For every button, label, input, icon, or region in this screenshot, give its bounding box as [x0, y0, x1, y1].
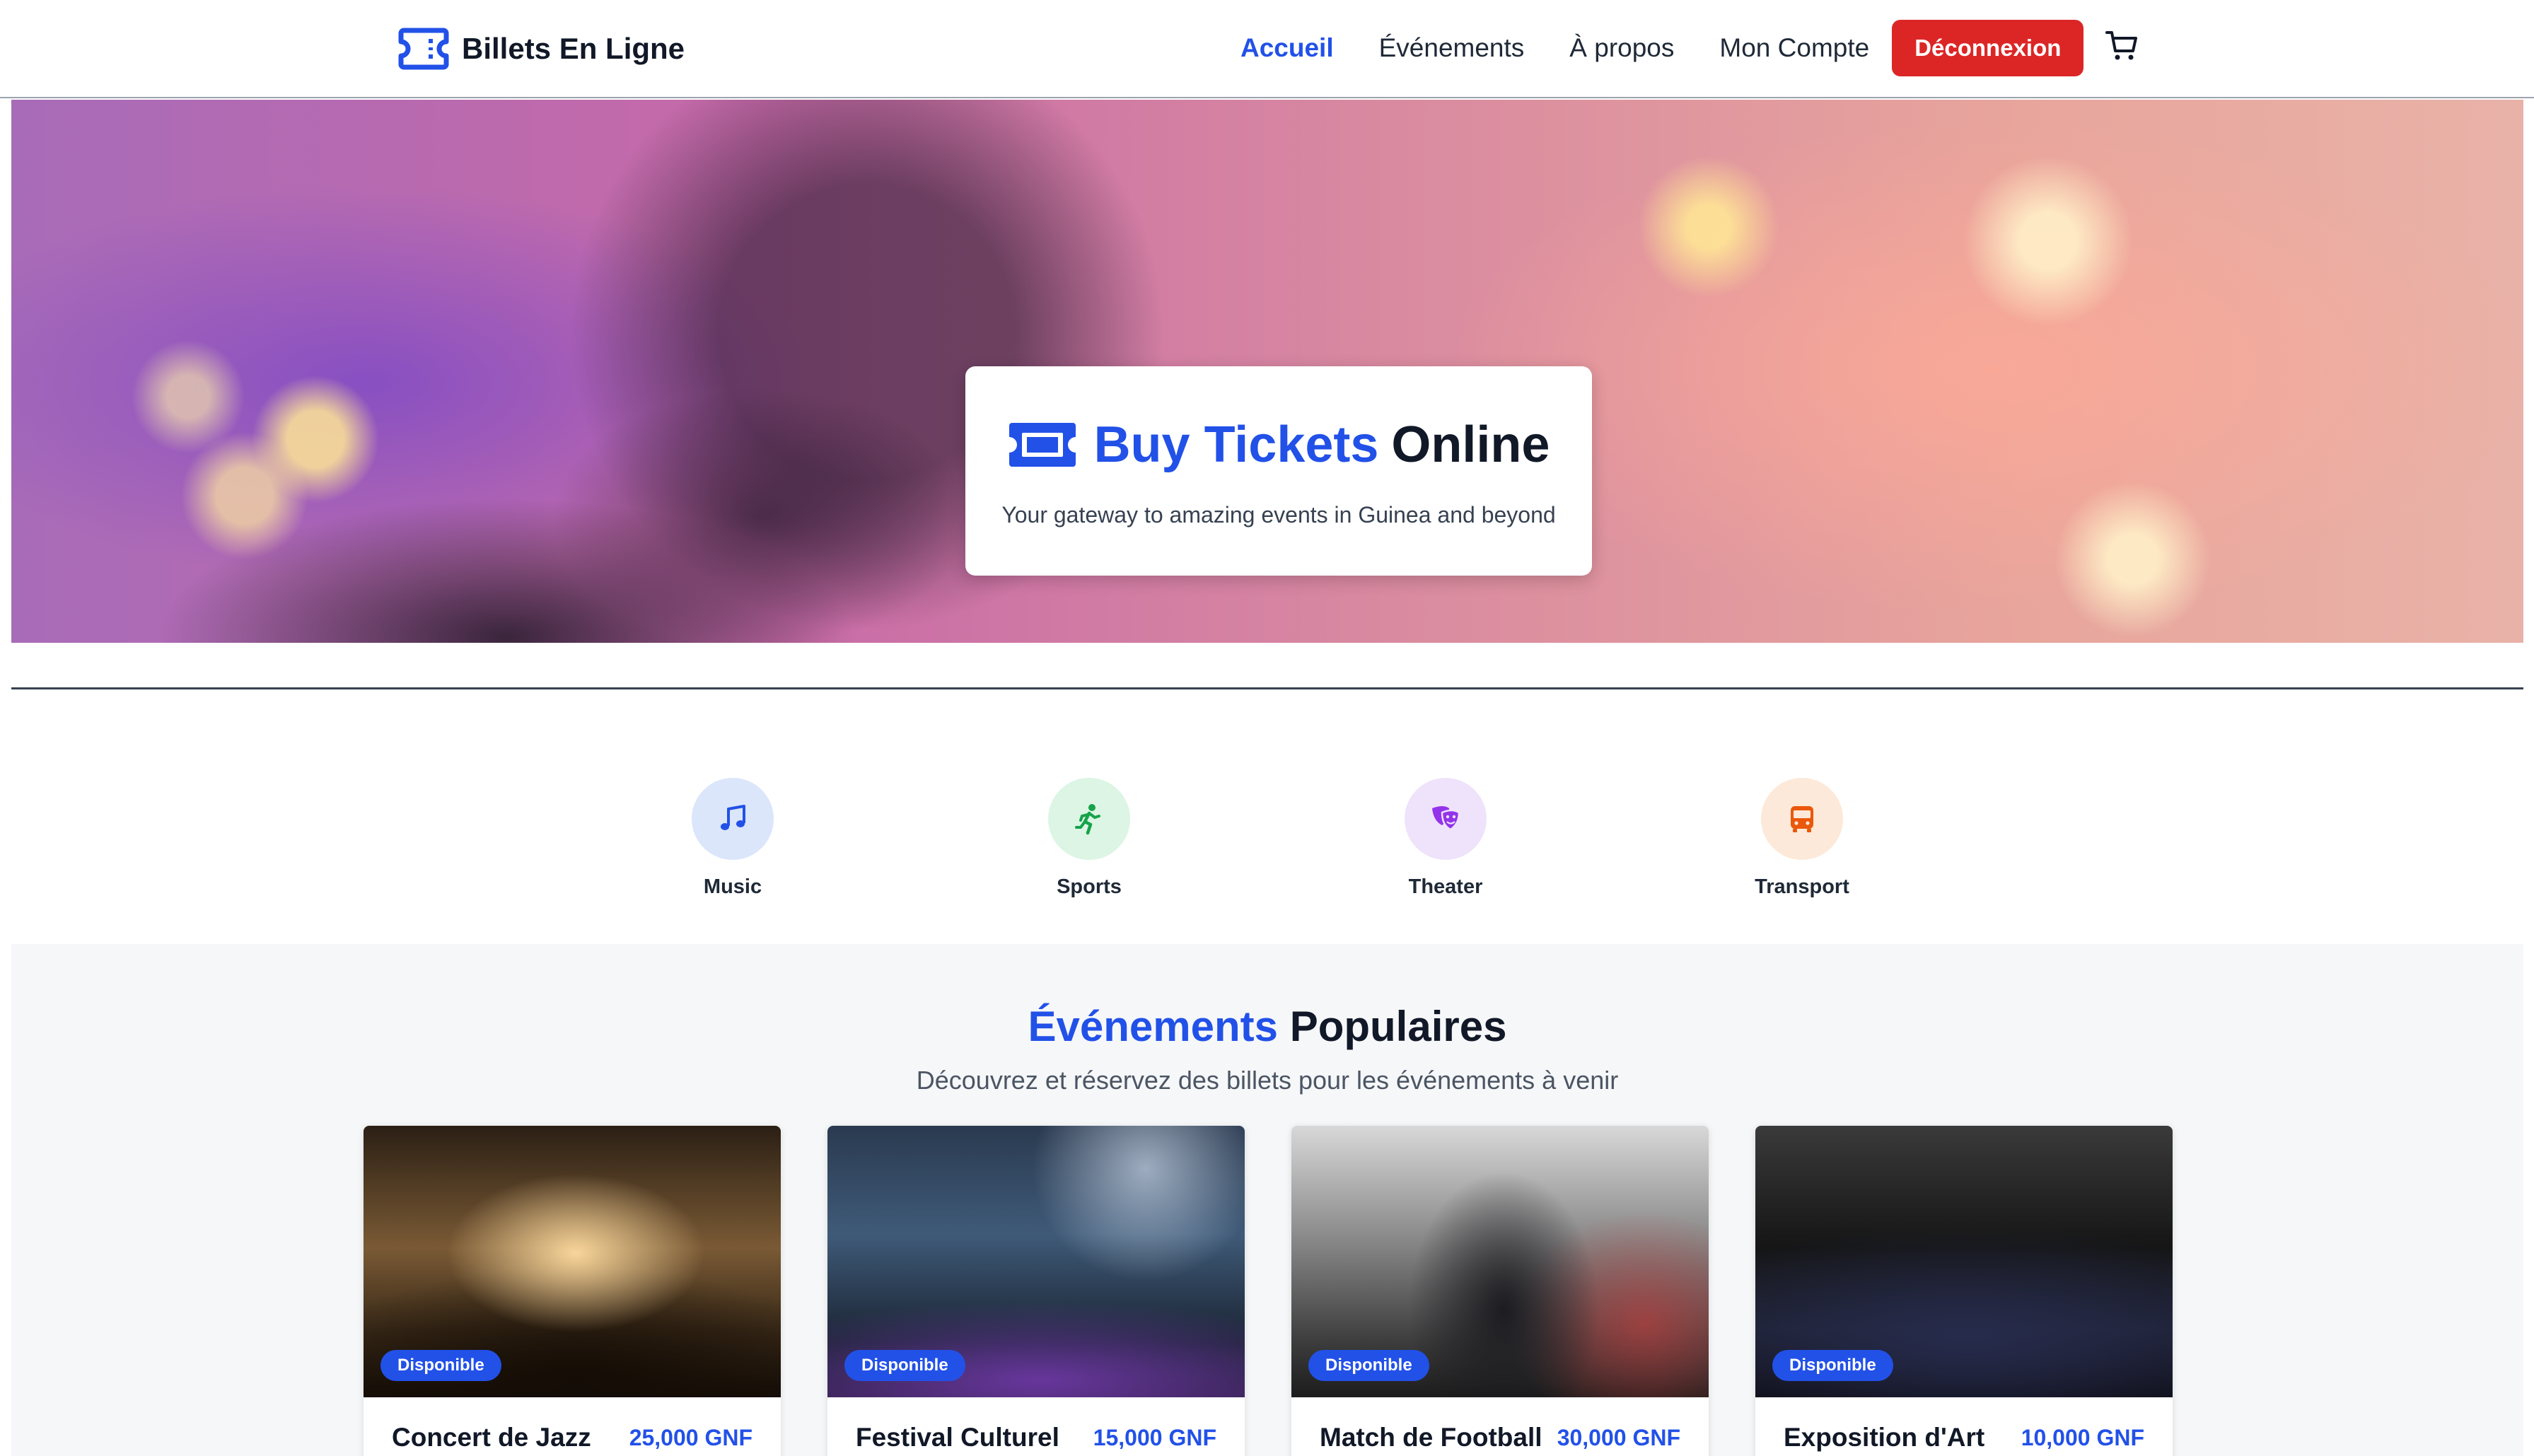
category-music[interactable]: Music [627, 778, 839, 899]
category-theater[interactable]: Theater [1339, 778, 1552, 899]
hero-title-highlight: Buy Tickets [1093, 417, 1379, 473]
event-card[interactable]: Disponible Festival Culturel 15,000 GNF [827, 1126, 1245, 1456]
event-price: 10,000 GNF [2021, 1424, 2144, 1450]
event-title: Concert de Jazz [392, 1423, 591, 1452]
section-title: Événements Populaires [11, 1002, 2523, 1051]
hero-subtitle: Your gateway to amazing events in Guinea… [1001, 502, 1556, 528]
event-card[interactable]: Disponible Exposition d'Art 10,000 GNF [1755, 1126, 2173, 1456]
event-title: Exposition d'Art [1784, 1423, 1985, 1452]
cart-icon[interactable] [2105, 28, 2139, 62]
bus-icon [1791, 806, 1813, 832]
logout-button[interactable]: Déconnexion [1892, 20, 2084, 76]
event-price: 25,000 GNF [629, 1424, 752, 1450]
nav-link-evenements[interactable]: Événements [1379, 33, 1525, 63]
event-title: Match de Football [1320, 1423, 1542, 1452]
status-badge: Disponible [1308, 1350, 1429, 1381]
navbar: Billets En Ligne Accueil Événements À pr… [0, 0, 2534, 98]
event-card[interactable]: Disponible Match de Football 30,000 GNF [1291, 1126, 1709, 1456]
nav-link-mon-compte[interactable]: Mon Compte [1719, 33, 1869, 63]
event-image: Disponible [1755, 1126, 2173, 1397]
hero-banner: Buy Tickets Online Your gateway to amazi… [11, 100, 2523, 643]
category-sports[interactable]: Sports [983, 778, 1195, 899]
event-card-body: Festival Culturel 15,000 GNF [856, 1423, 1216, 1452]
category-icon-circle [1405, 778, 1487, 860]
event-card[interactable]: Disponible Concert de Jazz 25,000 GNF [364, 1126, 781, 1456]
status-badge: Disponible [1772, 1350, 1893, 1381]
running-person-icon [1075, 804, 1100, 835]
event-card-body: Concert de Jazz 25,000 GNF [392, 1423, 752, 1452]
category-label: Music [703, 875, 762, 898]
category-label: Transport [1755, 875, 1849, 898]
popular-events-section: Événements Populaires Découvrez et réser… [11, 944, 2523, 1456]
status-badge: Disponible [380, 1350, 501, 1381]
hero-title-rest: Online [1391, 417, 1550, 473]
category-transport[interactable]: Transport [1696, 778, 1908, 899]
category-label: Theater [1408, 875, 1483, 898]
event-image: Disponible [827, 1126, 1245, 1397]
nav-link-accueil[interactable]: Accueil [1240, 33, 1334, 63]
brand-name: Billets En Ligne [462, 32, 685, 65]
nav-link-a-propos[interactable]: À propos [1569, 33, 1674, 63]
event-price: 30,000 GNF [1557, 1424, 1680, 1450]
music-note-icon [721, 805, 745, 830]
category-icon-circle [692, 778, 774, 860]
event-title: Festival Culturel [856, 1423, 1059, 1452]
nav-menu: Accueil Événements À propos Mon Compte D… [1240, 20, 2084, 76]
event-price: 15,000 GNF [1093, 1424, 1216, 1450]
event-card-body: Match de Football 30,000 GNF [1320, 1423, 1680, 1452]
event-card-body: Exposition d'Art 10,000 GNF [1784, 1423, 2144, 1452]
section-subtitle: Découvrez et réservez des billets pour l… [916, 1066, 1619, 1095]
category-icon-circle [1761, 778, 1843, 860]
section-title-highlight: Événements [1028, 1003, 1279, 1050]
event-image: Disponible [1291, 1126, 1709, 1397]
section-title-rest: Populaires [1289, 1003, 1507, 1050]
ticket-icon [398, 28, 449, 70]
brand-logo[interactable]: Billets En Ligne [398, 24, 685, 74]
hero-card: Buy Tickets Online Your gateway to amazi… [965, 366, 1592, 576]
hero-title: Buy Tickets Online [965, 416, 1592, 474]
category-label: Sports [1057, 875, 1122, 898]
theater-masks-icon [1432, 806, 1460, 831]
status-badge: Disponible [844, 1350, 965, 1381]
ticket-icon [1009, 423, 1076, 467]
event-image: Disponible [364, 1126, 781, 1397]
section-divider [11, 687, 2523, 689]
category-icon-circle [1048, 778, 1130, 860]
